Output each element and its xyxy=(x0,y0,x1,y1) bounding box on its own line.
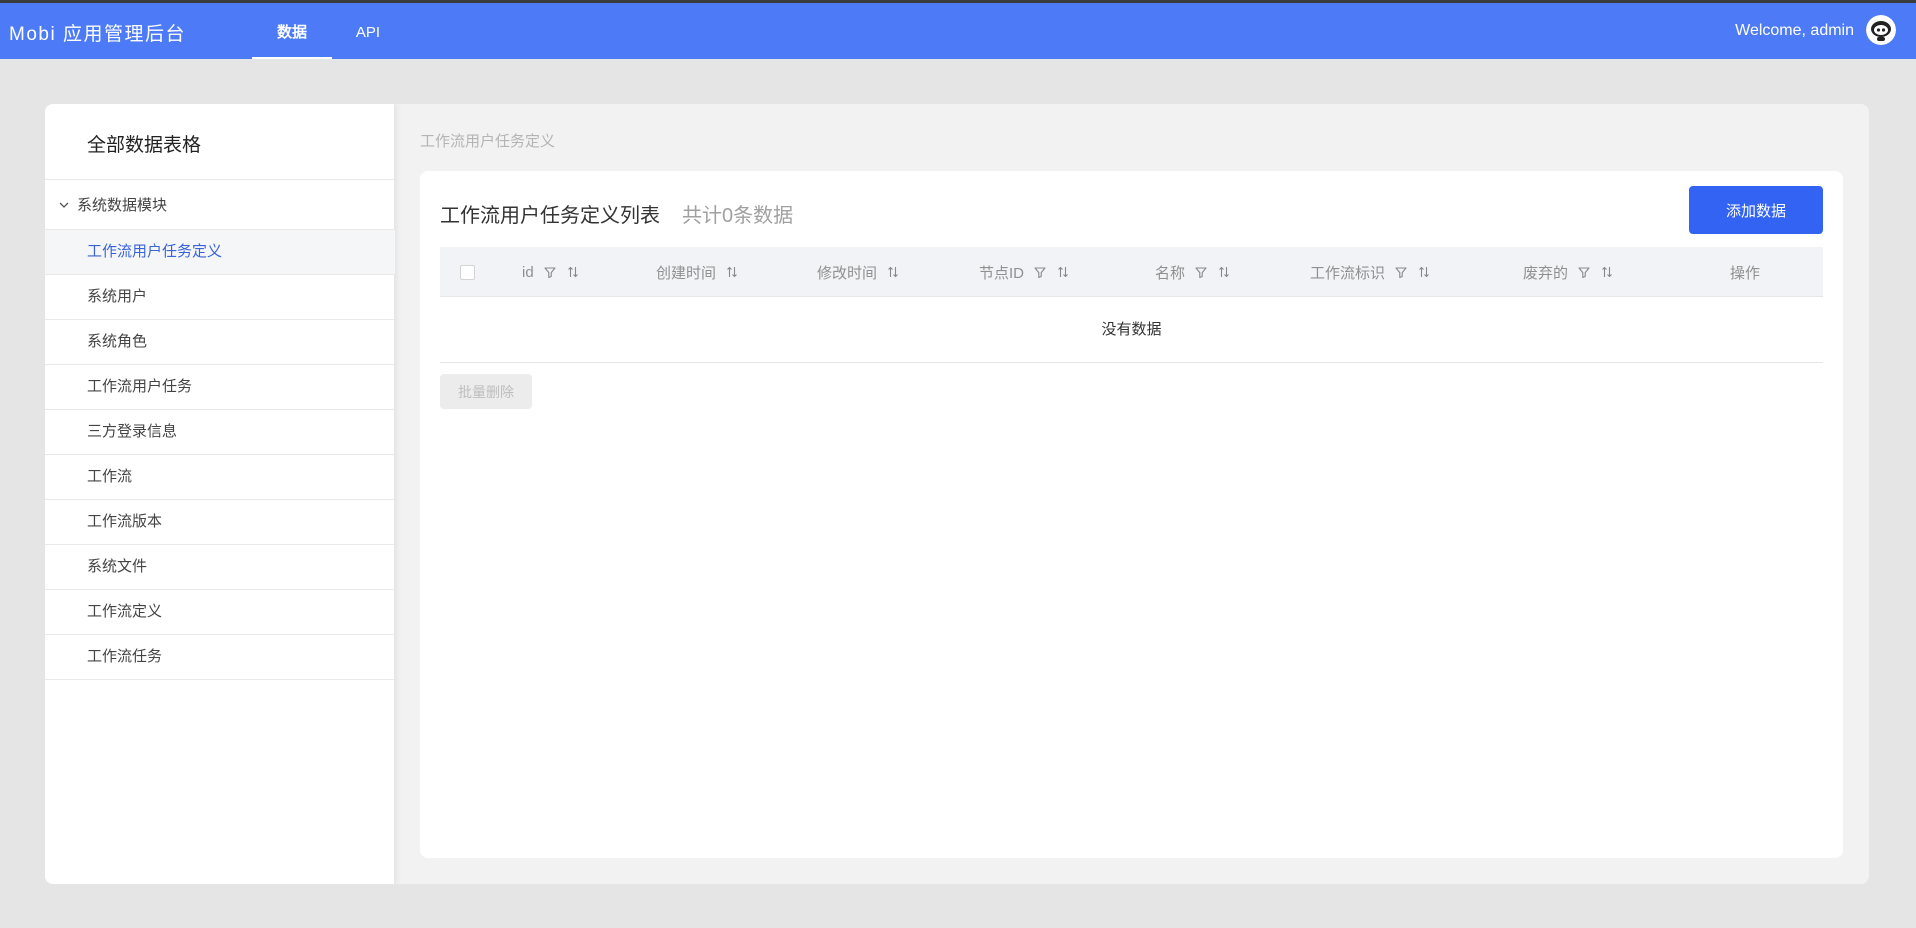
filter-icon[interactable] xyxy=(1194,265,1208,279)
sort-icon[interactable] xyxy=(1056,265,1070,279)
column-header-workflow-key: 工作流标识 xyxy=(1310,247,1431,297)
batch-delete-button[interactable]: 批量删除 xyxy=(440,374,532,409)
user-avatar-icon[interactable] xyxy=(1866,15,1896,45)
sidebar-menu-list: 工作流用户任务定义 系统用户 系统角色 工作流用户任务 三方登录信息 工作流 工… xyxy=(45,230,395,680)
sidebar-item-workflow-user-tasks[interactable]: 工作流用户任务 xyxy=(45,365,395,410)
sidebar-item-workflow[interactable]: 工作流 xyxy=(45,455,395,500)
column-header-modified-time: 修改时间 xyxy=(817,247,900,297)
column-label: 节点ID xyxy=(979,264,1025,282)
sort-icon[interactable] xyxy=(886,265,900,279)
nav-tab-api[interactable]: API xyxy=(348,3,388,59)
sort-icon[interactable] xyxy=(566,265,580,279)
sidebar-item-system-files[interactable]: 系统文件 xyxy=(45,545,395,590)
column-header-actions: 操作 xyxy=(1730,247,1760,297)
column-label: 工作流标识 xyxy=(1310,264,1386,282)
sort-icon[interactable] xyxy=(1600,265,1614,279)
filter-icon[interactable] xyxy=(1577,265,1591,279)
column-header-deprecated: 废弃的 xyxy=(1523,247,1614,297)
sidebar-item-workflow-tasks[interactable]: 工作流任务 xyxy=(45,635,395,680)
sort-icon[interactable] xyxy=(1217,265,1231,279)
nav-tab-data[interactable]: 数据 xyxy=(252,3,332,59)
chevron-down-icon xyxy=(59,202,69,208)
sidebar: 全部数据表格 系统数据模块 工作流用户任务定义 系统用户 系统角色 工作流用户任… xyxy=(45,104,395,884)
empty-table-message: 没有数据 xyxy=(440,297,1823,363)
column-header-created-time: 创建时间 xyxy=(656,247,739,297)
select-all-checkbox[interactable] xyxy=(460,265,475,280)
sidebar-item-system-users[interactable]: 系统用户 xyxy=(45,275,395,320)
column-label: 创建时间 xyxy=(656,264,717,282)
app-brand: Mobi 应用管理后台 xyxy=(9,24,186,45)
column-label: 操作 xyxy=(1730,264,1761,282)
column-header-name: 名称 xyxy=(1155,247,1231,297)
sidebar-item-system-roles[interactable]: 系统角色 xyxy=(45,320,395,365)
sidebar-group-label: 系统数据模块 xyxy=(77,197,168,214)
filter-icon[interactable] xyxy=(543,265,557,279)
filter-icon[interactable] xyxy=(1033,265,1047,279)
sidebar-item-third-party-login[interactable]: 三方登录信息 xyxy=(45,410,395,455)
table-header: id 创建时间 修改时间 节点ID 名称 工作流标识 废弃的 操作 xyxy=(440,247,1823,297)
column-header-node-id: 节点ID xyxy=(979,247,1070,297)
column-label: 修改时间 xyxy=(817,264,878,282)
column-label: 名称 xyxy=(1155,264,1186,282)
column-header-id: id xyxy=(522,247,580,297)
table-panel: 工作流用户任务定义列表 共计0条数据 添加数据 id 创建时间 修改时间 节点I… xyxy=(420,171,1843,858)
sort-icon[interactable] xyxy=(1417,265,1431,279)
welcome-text: Welcome, admin xyxy=(1735,22,1854,39)
sort-icon[interactable] xyxy=(725,265,739,279)
sidebar-group-system-data[interactable]: 系统数据模块 xyxy=(45,180,395,230)
sidebar-item-workflow-definition[interactable]: 工作流定义 xyxy=(45,590,395,635)
content-container: 全部数据表格 系统数据模块 工作流用户任务定义 系统用户 系统角色 工作流用户任… xyxy=(45,104,1869,884)
sidebar-item-workflow-user-task-definition[interactable]: 工作流用户任务定义 xyxy=(45,230,395,275)
breadcrumb: 工作流用户任务定义 xyxy=(420,133,556,150)
page-title: 工作流用户任务定义列表 xyxy=(440,205,660,227)
filter-icon[interactable] xyxy=(1394,265,1408,279)
record-count: 共计0条数据 xyxy=(682,205,794,227)
top-navbar: Mobi 应用管理后台 数据 API Welcome, admin xyxy=(0,3,1916,59)
column-label: 废弃的 xyxy=(1523,264,1569,282)
sidebar-item-workflow-version[interactable]: 工作流版本 xyxy=(45,500,395,545)
add-data-button[interactable]: 添加数据 xyxy=(1689,186,1823,234)
sidebar-title: 全部数据表格 xyxy=(87,135,202,156)
column-label: id xyxy=(522,263,534,281)
